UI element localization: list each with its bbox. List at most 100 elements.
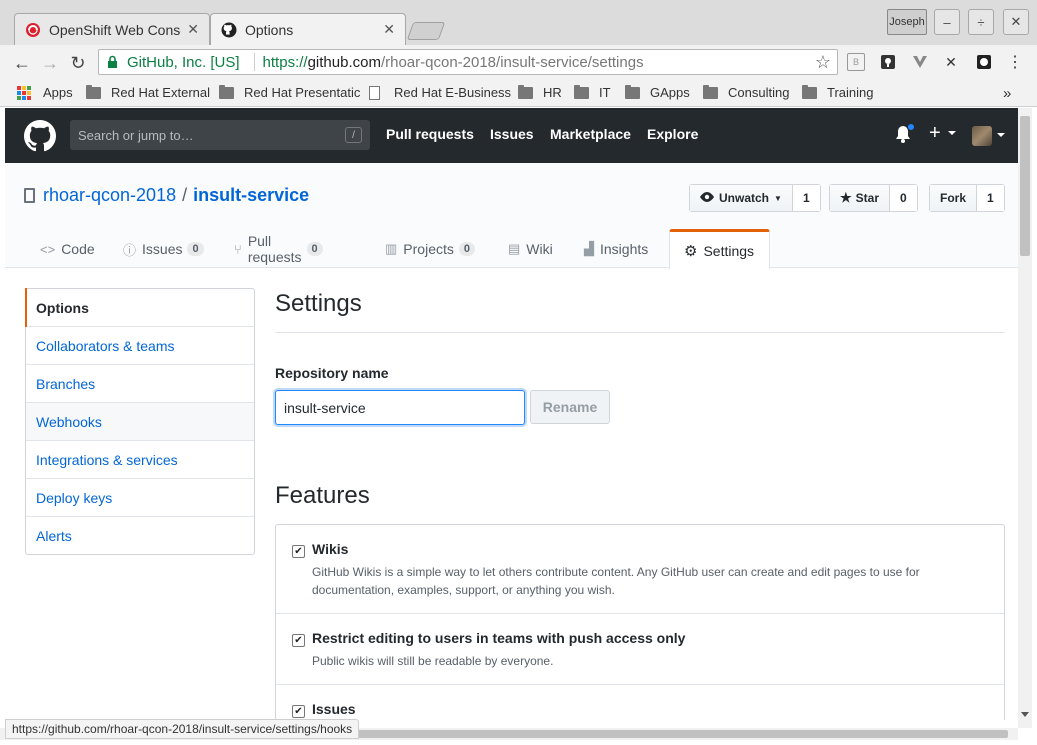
fork-button[interactable]: Fork 1 (929, 184, 1005, 212)
tab-pull-requests[interactable]: ⑂ Pull requests 0 (220, 229, 337, 269)
folder-icon (86, 84, 101, 99)
nav-marketplace[interactable]: Marketplace (550, 126, 631, 142)
browser-toolbar: ← → ↻ GitHub, Inc. [US] https:// github.… (0, 45, 1037, 80)
tab-title: OpenShift Web Console (49, 21, 181, 38)
restrict-editing-checkbox[interactable]: ✔ (292, 634, 305, 647)
forward-icon[interactable]: → (38, 51, 62, 75)
fork-label[interactable]: Fork (930, 185, 978, 211)
pull-request-icon: ⑂ (234, 241, 242, 257)
bookmark-folder[interactable]: Red Hat Presentatic (219, 84, 360, 100)
issues-checkbox[interactable]: ✔ (292, 705, 305, 718)
new-tab-button[interactable] (406, 22, 446, 40)
bookmark-folder[interactable]: Training (802, 84, 874, 100)
tab-projects[interactable]: ▥ Projects 0 (371, 229, 489, 269)
star-count[interactable]: 0 (890, 185, 917, 211)
menu-kebab-icon[interactable]: ⋮ (1006, 53, 1024, 71)
star-button[interactable]: ★ Star 0 (829, 184, 918, 212)
bookmark-label: IT (599, 85, 611, 100)
menu-item-alerts[interactable]: Alerts (26, 517, 254, 555)
tab-wiki[interactable]: ▤ Wiki (494, 229, 567, 269)
reload-icon[interactable]: ↻ (66, 51, 90, 75)
extension-x-icon[interactable]: ✕ (942, 53, 960, 71)
tab-label: Issues (142, 241, 183, 257)
nav-explore[interactable]: Explore (647, 126, 698, 142)
url-host: github.com (307, 53, 381, 71)
menu-item-branches[interactable]: Branches (26, 365, 254, 403)
extension-b-icon[interactable]: B (847, 53, 865, 71)
scroll-down-icon[interactable] (1021, 712, 1029, 717)
tab-code[interactable]: <> Code (26, 229, 109, 269)
tab-issues[interactable]: ⓘ Issues 0 (109, 229, 218, 269)
scrollbar-thumb[interactable] (1020, 116, 1030, 256)
unread-indicator (907, 123, 915, 131)
extension-v-icon[interactable] (911, 53, 929, 71)
user-avatar[interactable] (972, 126, 992, 146)
menu-item-options[interactable]: Options (25, 288, 254, 327)
tab-options[interactable]: Options ✕ (210, 13, 406, 45)
bookmark-label: GApps (650, 85, 690, 100)
wikis-checkbox[interactable]: ✔ (292, 545, 305, 558)
close-icon[interactable]: ✕ (383, 21, 395, 38)
menu-item-collaborators[interactable]: Collaborators & teams (26, 327, 254, 365)
menu-item-webhooks[interactable]: Webhooks (26, 403, 254, 441)
feature-title: Wikis (312, 541, 349, 557)
tab-insights[interactable]: ▟ Insights (570, 229, 662, 269)
ev-certificate-label[interactable]: GitHub, Inc. [US] (127, 54, 240, 71)
bookmark-folder[interactable]: Consulting (703, 84, 790, 100)
tab-settings[interactable]: ⚙ Settings (669, 229, 770, 270)
bookmark-folder[interactable]: HR (518, 84, 562, 100)
nav-pull-requests[interactable]: Pull requests (386, 126, 474, 142)
tab-openshift[interactable]: OpenShift Web Console ✕ (14, 13, 210, 45)
repo-owner-link[interactable]: rhoar-qcon-2018 (43, 185, 176, 206)
vertical-scrollbar[interactable] (1018, 108, 1032, 728)
address-bar[interactable]: GitHub, Inc. [US] https:// github.com /r… (98, 49, 838, 75)
close-icon[interactable]: ✕ (187, 21, 199, 38)
minimize-button[interactable]: – (934, 9, 960, 35)
watch-button[interactable]: Unwatch ▼ 1 (689, 184, 821, 212)
extension-badge-icon[interactable] (975, 53, 993, 71)
back-icon[interactable]: ← (10, 51, 34, 75)
bookmark-page[interactable]: Red Hat E-Business (369, 85, 511, 100)
create-new-icon[interactable]: + (929, 122, 941, 145)
bookmark-label: Consulting (728, 85, 790, 100)
fork-count[interactable]: 1 (977, 185, 1004, 211)
watch-label[interactable]: Unwatch ▼ (690, 185, 793, 211)
folder-icon (703, 84, 718, 99)
watch-count[interactable]: 1 (792, 185, 820, 211)
status-bubble: https://github.com/rhoar-qcon-2018/insul… (5, 719, 360, 739)
features-list: ✔ Wikis GitHub Wikis is a simple way to … (275, 524, 1005, 720)
bookmark-folder[interactable]: GApps (625, 84, 690, 100)
bookmark-apps[interactable]: Apps (17, 85, 73, 100)
tab-counter: 0 (458, 242, 475, 256)
apps-grid-icon (17, 85, 31, 100)
menu-item-deploy-keys[interactable]: Deploy keys (26, 479, 254, 517)
bookmark-label: Training (827, 85, 874, 100)
gear-icon: ⚙ (684, 242, 698, 260)
star-text: Star (855, 191, 879, 205)
profile-button[interactable]: Joseph (887, 9, 927, 35)
github-icon (221, 22, 237, 38)
github-logo-icon[interactable] (24, 120, 56, 152)
extension-bulb-icon[interactable] (879, 53, 897, 71)
feature-description: Public wikis will still be readable by e… (312, 654, 554, 668)
folder-icon (625, 84, 640, 99)
repo-name-link[interactable]: insult-service (193, 185, 309, 206)
github-search-input[interactable]: Search or jump to… / (70, 120, 370, 150)
browser-window: OpenShift Web Console ✕ Options ✕ Joseph… (0, 0, 1037, 745)
maximize-button[interactable]: ÷ (968, 9, 994, 35)
repo-name-input[interactable] (275, 390, 525, 425)
bookmark-folder[interactable]: IT (574, 84, 611, 100)
issue-icon: ⓘ (123, 242, 137, 258)
rename-button[interactable]: Rename (530, 390, 610, 424)
bookmarks-overflow-button[interactable]: » (1003, 85, 1011, 102)
close-window-button[interactable]: ✕ (1003, 9, 1029, 35)
menu-item-integrations[interactable]: Integrations & services (26, 441, 254, 479)
github-header: Search or jump to… / Pull requests Issue… (5, 108, 1018, 163)
bookmark-star-icon[interactable]: ☆ (815, 52, 831, 73)
nav-issues[interactable]: Issues (490, 126, 534, 142)
search-shortcut-key: / (345, 127, 362, 143)
fork-text: Fork (940, 191, 967, 205)
book-icon: ▤ (508, 241, 521, 256)
bookmark-folder[interactable]: Red Hat External (86, 84, 210, 100)
star-label[interactable]: ★ Star (830, 185, 890, 211)
